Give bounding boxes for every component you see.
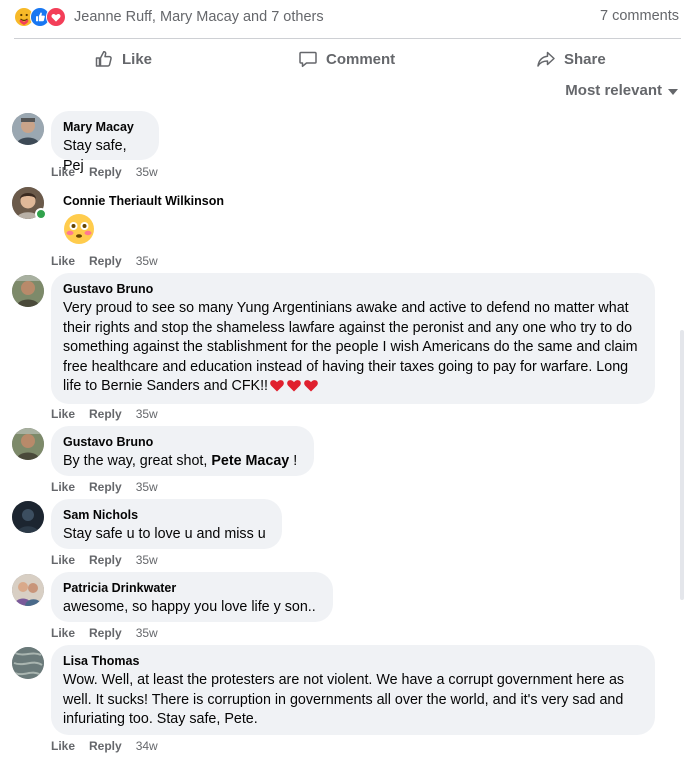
action-bar: Like Comment Share bbox=[14, 42, 681, 76]
avatar[interactable] bbox=[12, 574, 44, 606]
comment-label: Comment bbox=[326, 50, 396, 68]
comment-timestamp[interactable]: 35w bbox=[136, 480, 158, 494]
avatar[interactable] bbox=[12, 428, 44, 460]
share-button[interactable]: Share bbox=[536, 42, 606, 76]
comment-bubble: Gustavo Bruno By the way, great shot, Pe… bbox=[51, 426, 314, 476]
comment-actions: Like Reply 35w bbox=[51, 254, 158, 268]
comment-author[interactable]: Connie Theriault Wilkinson bbox=[63, 193, 229, 209]
comment-timestamp[interactable]: 34w bbox=[136, 739, 158, 753]
red-heart-icon bbox=[269, 377, 285, 393]
comment-text: By the way, great shot, Pete Macay ! bbox=[63, 452, 302, 472]
online-status-dot bbox=[35, 208, 47, 220]
comment-timestamp[interactable]: 35w bbox=[136, 165, 158, 179]
comment-bubble: Gustavo Bruno Very proud to see so many … bbox=[51, 273, 655, 404]
comment-text-before: By the way, great shot, bbox=[63, 453, 212, 469]
share-label: Share bbox=[564, 50, 606, 68]
comment-actions: Like Reply 34w bbox=[51, 739, 158, 753]
comment-reply-link[interactable]: Reply bbox=[89, 165, 122, 179]
comment-text-after: ! bbox=[289, 453, 298, 469]
speech-bubble-icon bbox=[299, 51, 317, 68]
red-heart-icon bbox=[286, 377, 302, 393]
comment-button[interactable]: Comment bbox=[298, 42, 395, 76]
comment-timestamp[interactable]: 35w bbox=[136, 553, 158, 567]
sort-label: Most relevant bbox=[565, 82, 662, 99]
comment-actions: Like Reply 35w bbox=[51, 553, 158, 567]
avatar[interactable] bbox=[12, 647, 44, 679]
comment-timestamp[interactable]: 35w bbox=[136, 254, 158, 268]
comment-bubble: Connie Theriault Wilkinson bbox=[51, 185, 241, 245]
comment-like-link[interactable]: Like bbox=[51, 165, 75, 179]
avatar[interactable] bbox=[12, 501, 44, 533]
reaction-names[interactable]: Jeanne Ruff, Mary Macay and 7 others bbox=[74, 9, 324, 25]
comment-author[interactable]: Gustavo Bruno bbox=[63, 434, 302, 450]
comment-timestamp[interactable]: 35w bbox=[136, 407, 158, 421]
avatar[interactable] bbox=[12, 275, 44, 307]
comment-reply-link[interactable]: Reply bbox=[89, 739, 122, 753]
comment-reply-link[interactable]: Reply bbox=[89, 480, 122, 494]
comment-reply-link[interactable]: Reply bbox=[89, 254, 122, 268]
comment-actions: Like Reply 35w bbox=[51, 165, 158, 179]
comment-like-link[interactable]: Like bbox=[51, 739, 75, 753]
scrollbar[interactable] bbox=[680, 330, 684, 600]
reactions-summary: Jeanne Ruff, Mary Macay and 7 others 7 c… bbox=[14, 6, 681, 30]
like-button[interactable]: Like bbox=[94, 42, 152, 76]
comment-like-link[interactable]: Like bbox=[51, 553, 75, 567]
comment-text: Wow. Well, at least the protesters are n… bbox=[63, 672, 625, 727]
reaction-icons[interactable] bbox=[14, 7, 72, 27]
comment-author[interactable]: Lisa Thomas bbox=[63, 653, 643, 669]
comment-actions: Like Reply 35w bbox=[51, 626, 158, 640]
comment-text: awesome, so happy you love life y son.. bbox=[63, 599, 316, 615]
comments-count[interactable]: 7 comments bbox=[600, 8, 679, 24]
avatar[interactable] bbox=[12, 113, 44, 145]
share-arrow-icon bbox=[537, 51, 555, 67]
comment-bubble: Lisa Thomas Wow. Well, at least the prot… bbox=[51, 645, 655, 735]
comment-bubble: Mary Macay Stay safe, Pej bbox=[51, 111, 159, 174]
comment-reply-link[interactable]: Reply bbox=[89, 407, 122, 421]
comment-author[interactable]: Patricia Drinkwater bbox=[63, 580, 321, 596]
comment-text: Very proud to see so many Yung Argentini… bbox=[63, 299, 643, 397]
divider bbox=[14, 38, 681, 39]
caret-down-icon bbox=[668, 88, 678, 95]
love-reaction-icon bbox=[46, 7, 66, 27]
flushed-face-emoji-icon bbox=[63, 213, 95, 245]
like-label: Like bbox=[122, 50, 153, 68]
comment-author[interactable]: Gustavo Bruno bbox=[63, 281, 643, 297]
comment-bubble: Patricia Drinkwater awesome, so happy yo… bbox=[51, 572, 333, 622]
comment-like-link[interactable]: Like bbox=[51, 254, 75, 268]
comment-bubble: Sam Nichols Stay safe u to love u and mi… bbox=[51, 499, 282, 549]
comment-actions: Like Reply 35w bbox=[51, 407, 158, 421]
comment-like-link[interactable]: Like bbox=[51, 626, 75, 640]
comment-author[interactable]: Mary Macay bbox=[63, 119, 147, 135]
thumbs-up-icon bbox=[95, 51, 112, 67]
comment-reply-link[interactable]: Reply bbox=[89, 626, 122, 640]
sort-dropdown[interactable]: Most relevant bbox=[565, 82, 678, 99]
comment-reply-link[interactable]: Reply bbox=[89, 553, 122, 567]
mention-link[interactable]: Pete Macay bbox=[211, 453, 289, 469]
comment-author[interactable]: Sam Nichols bbox=[63, 507, 270, 523]
comment-text-body: Very proud to see so many Yung Argentini… bbox=[63, 300, 638, 394]
comment-timestamp[interactable]: 35w bbox=[136, 626, 158, 640]
comment-text: Stay safe u to love u and miss u bbox=[63, 526, 266, 542]
comment-actions: Like Reply 35w bbox=[51, 480, 158, 494]
comment-like-link[interactable]: Like bbox=[51, 480, 75, 494]
red-heart-icon bbox=[303, 377, 319, 393]
comment-like-link[interactable]: Like bbox=[51, 407, 75, 421]
